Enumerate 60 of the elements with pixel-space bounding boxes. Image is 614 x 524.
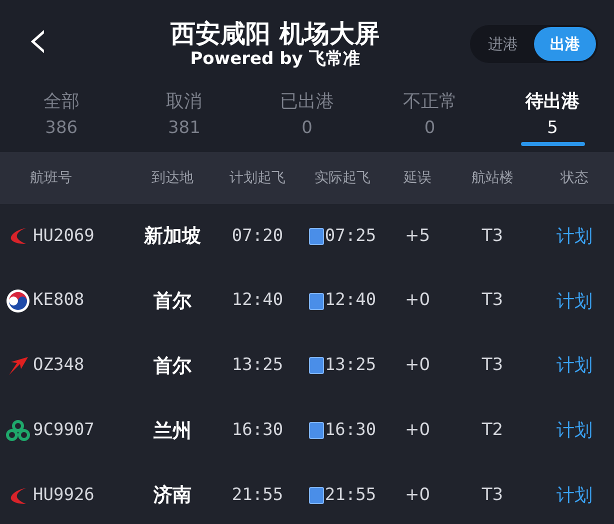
toggle-option[interactable]: 进港 — [472, 27, 534, 61]
delay-value: +0 — [404, 484, 430, 507]
filter-tab[interactable]: 待出港 5 — [491, 88, 614, 152]
status-link[interactable]: 计划 — [556, 352, 592, 380]
destination: 首尔 — [154, 288, 192, 314]
time-type-icon — [308, 487, 324, 504]
status-link[interactable]: 计划 — [556, 222, 592, 250]
filter-tab[interactable]: 不正常 0 — [368, 88, 492, 152]
filter-tab[interactable]: 已出港 0 — [246, 88, 368, 152]
scheduled-time: 13:25 — [232, 354, 284, 378]
column-header: 航班号 — [30, 168, 72, 188]
scheduled-time: 07:20 — [232, 224, 284, 248]
arrow-logo-icon — [6, 356, 28, 376]
column-header: 延误 — [404, 168, 432, 188]
column-header: 到达地 — [152, 168, 194, 188]
trefoil-logo-icon — [6, 420, 30, 442]
flight-number: HU2069 — [33, 224, 94, 248]
time-type-icon — [308, 422, 324, 440]
actual-time: 21:55 — [324, 484, 376, 507]
destination: 兰州 — [154, 418, 192, 444]
column-header: 计划起飞 — [230, 168, 286, 188]
actual-time: 07:25 — [324, 224, 376, 248]
delay-value: +0 — [404, 354, 430, 378]
screen-title: 西安咸阳 机场大屏 — [170, 18, 380, 49]
terminal: T3 — [482, 484, 504, 507]
filter-tab[interactable]: 取消 381 — [122, 88, 246, 152]
subtitle: Powered by 飞常准 — [190, 49, 360, 70]
taegeuk-logo-icon — [6, 289, 30, 314]
actual-time: 12:40 — [324, 289, 376, 312]
column-header: 状态 — [560, 168, 588, 188]
actual-time: 13:25 — [324, 354, 376, 378]
destination: 济南 — [154, 483, 192, 508]
flight-number: KE808 — [33, 289, 84, 312]
toggle-option[interactable]: 出港 — [534, 27, 596, 61]
time-type-icon — [308, 228, 324, 245]
terminal: T2 — [482, 419, 504, 442]
column-header: 航站楼 — [472, 168, 514, 188]
status-link[interactable]: 计划 — [556, 417, 592, 444]
terminal: T3 — [482, 224, 504, 248]
destination: 新加坡 — [144, 224, 201, 250]
delay-value: +0 — [404, 289, 430, 312]
status-link[interactable]: 计划 — [556, 288, 592, 315]
back-button[interactable]: ‹ — [16, 12, 60, 76]
filter-tab[interactable]: 全部 386 — [0, 88, 123, 152]
scheduled-time: 21:55 — [232, 484, 284, 507]
destination: 首尔 — [154, 354, 192, 379]
time-type-icon — [308, 292, 324, 310]
scheduled-time: 16:30 — [232, 419, 284, 442]
flight-number: 9C9907 — [33, 419, 94, 442]
actual-time: 16:30 — [324, 419, 376, 442]
time-type-icon — [308, 357, 324, 374]
flight-number: HU9926 — [33, 484, 94, 507]
terminal: T3 — [482, 354, 504, 378]
column-header: 实际起飞 — [314, 168, 370, 188]
terminal: T3 — [482, 289, 504, 312]
flight-number: OZ348 — [33, 354, 84, 378]
delay-value: +0 — [404, 419, 430, 442]
delay-value: +5 — [404, 224, 430, 248]
scheduled-time: 12:40 — [232, 289, 284, 312]
status-link[interactable]: 计划 — [556, 482, 592, 510]
